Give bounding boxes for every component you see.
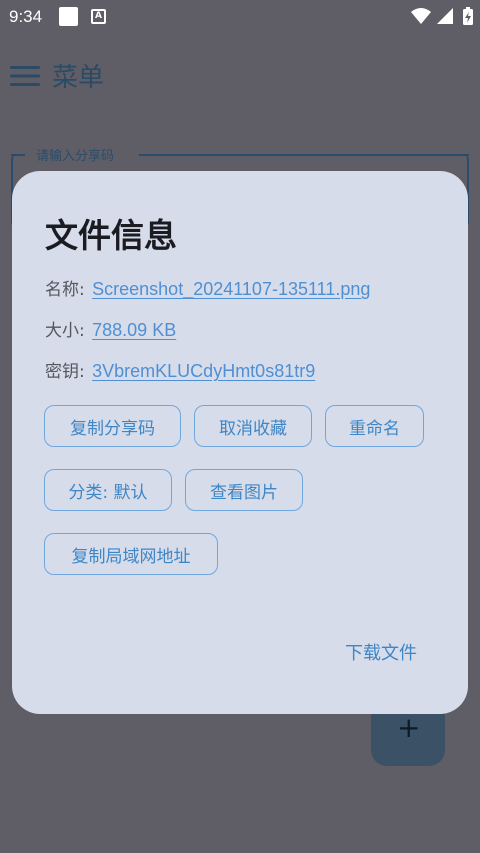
app-bar: 菜单 <box>0 54 480 100</box>
file-name-row: 名称: Screenshot_20241107-135111.png <box>45 275 370 300</box>
file-name-label: 名称: <box>45 280 85 300</box>
file-key-label: 密钥: <box>45 362 85 382</box>
rename-button[interactable]: 重命名 <box>325 405 424 447</box>
notification-square-icon <box>59 7 78 26</box>
notification-a-icon: A <box>91 9 106 24</box>
dialog-title: 文件信息 <box>45 216 177 255</box>
view-image-button[interactable]: 查看图片 <box>185 469 303 511</box>
file-key-row: 密钥: 3VbremKLUCdyHmt0s81tr9 <box>45 357 315 382</box>
plus-icon: + <box>397 711 421 744</box>
file-size-row: 大小: 788.09 KB <box>45 316 176 341</box>
category-button[interactable]: 分类: 默认 <box>44 469 172 511</box>
share-code-input-label: 请输入分享码 <box>36 149 115 164</box>
menu-icon[interactable] <box>10 64 40 88</box>
copy-share-code-button[interactable]: 复制分享码 <box>44 405 181 447</box>
signal-icon <box>437 8 453 24</box>
copy-lan-address-button[interactable]: 复制局域网地址 <box>44 533 218 575</box>
file-size-label: 大小: <box>45 321 85 341</box>
wifi-icon <box>411 8 431 24</box>
status-bar: 9:34 A <box>0 0 480 34</box>
file-info-dialog: 文件信息 名称: Screenshot_20241107-135111.png … <box>12 171 468 714</box>
battery-charging-icon <box>463 7 473 25</box>
file-name-link[interactable]: Screenshot_20241107-135111.png <box>92 279 370 299</box>
app-bar-title: 菜单 <box>52 63 105 93</box>
file-size-link[interactable]: 788.09 KB <box>92 320 176 340</box>
file-key-link[interactable]: 3VbremKLUCdyHmt0s81tr9 <box>92 361 315 381</box>
status-time: 9:34 <box>9 7 43 26</box>
download-file-button[interactable]: 下载文件 <box>345 639 417 665</box>
unfavorite-button[interactable]: 取消收藏 <box>194 405 312 447</box>
